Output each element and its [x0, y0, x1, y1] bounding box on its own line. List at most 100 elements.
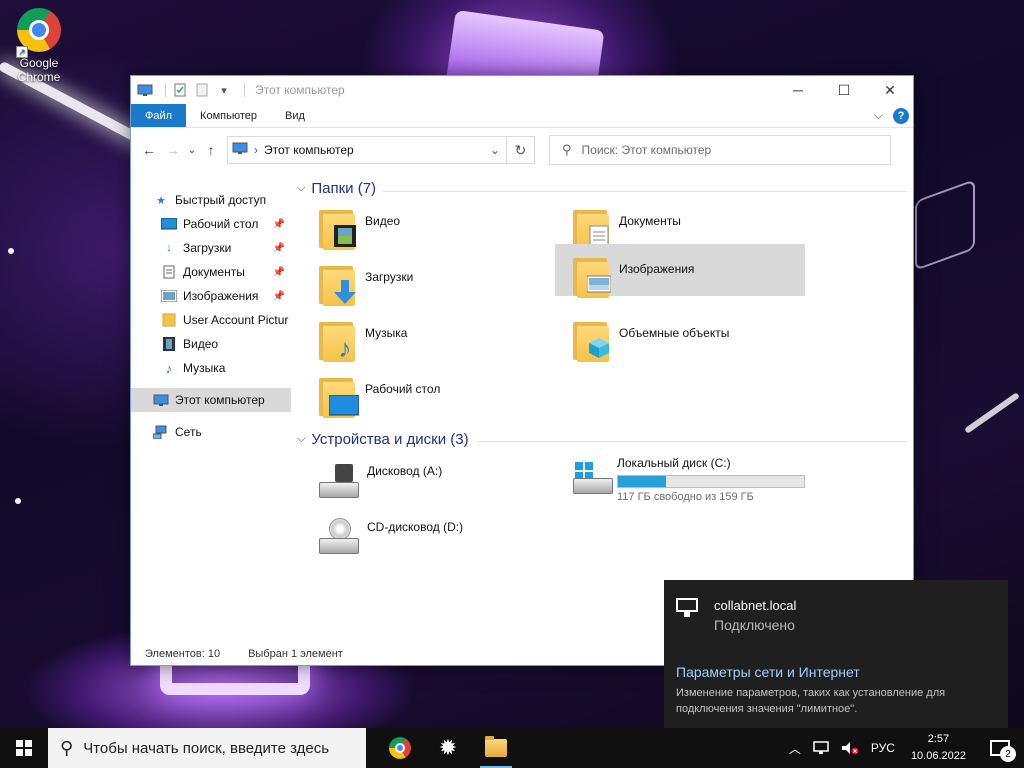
sidebar-item-label: Сеть: [175, 425, 202, 439]
sidebar-item-music[interactable]: ♪ Музыка: [131, 356, 291, 380]
sidebar-item-downloads[interactable]: ↓ Загрузки 📌: [131, 236, 291, 260]
separator: [244, 83, 245, 97]
customize-quick-access-chevron-icon[interactable]: ▾: [216, 83, 232, 97]
collapse-chevron-icon[interactable]: ⌵: [297, 182, 305, 195]
sidebar-item-network[interactable]: Сеть: [131, 420, 291, 444]
drive-label: CD-дисковод (D:): [367, 520, 464, 534]
sidebar-item-user-account-pictures[interactable]: User Account Pictur: [131, 308, 291, 332]
start-button[interactable]: [0, 728, 48, 768]
sidebar-item-pictures[interactable]: Изображения 📌: [131, 284, 291, 308]
music-icon: ♪: [165, 360, 173, 376]
sidebar-item-label: Этот компьютер: [175, 393, 265, 407]
back-arrow-icon[interactable]: ←: [137, 138, 161, 162]
drive-label: Локальный диск (C:): [617, 456, 731, 470]
pin-icon: 📌: [272, 218, 285, 230]
cd-drive-icon: [317, 516, 361, 560]
address-bar[interactable]: › Этот компьютер ⌄: [227, 136, 507, 164]
sidebar-item-desktop[interactable]: Рабочий стол 📌: [131, 212, 291, 236]
drive-label: Дисковод (A:): [367, 464, 443, 478]
download-icon: ↓: [166, 242, 172, 254]
taskbar-search-placeholder: Чтобы начать поиск, введите здесь: [83, 739, 330, 757]
disk-usage-fill: [618, 476, 667, 487]
breadcrumb-chevron-icon[interactable]: ›: [254, 143, 258, 157]
clock-time: 2:57: [927, 733, 950, 745]
music-folder-icon: ♪: [317, 318, 359, 363]
drive-tile-local-disk-c[interactable]: Локальный диск (C:) 117 ГБ свободно из 1…: [563, 452, 813, 512]
help-icon[interactable]: ?: [893, 107, 909, 124]
sidebar-item-label: Изображения: [183, 289, 259, 303]
folder-tile-downloads[interactable]: Загрузки: [309, 258, 559, 310]
action-center-button[interactable]: 2: [976, 728, 1024, 768]
separator: [165, 83, 166, 97]
status-selection: Выбран 1 элемент: [248, 648, 343, 660]
network-connection-item[interactable]: collabnet.local Подключено: [676, 598, 796, 633]
folder-tile-videos[interactable]: Видео: [309, 202, 559, 254]
recent-locations-chevron-icon[interactable]: ⌄: [185, 138, 199, 162]
network-tray-icon[interactable]: [807, 728, 835, 768]
ribbon-tabs: Файл Компьютер Вид ⌵ ?: [131, 104, 913, 128]
new-folder-icon[interactable]: [194, 83, 210, 97]
expand-ribbon-chevron-icon[interactable]: ⌵: [874, 108, 883, 123]
up-arrow-icon[interactable]: ↑: [199, 138, 223, 162]
properties-icon[interactable]: [172, 83, 188, 97]
system-tray: ︿ РУС 2:57 10.06.2022 2: [783, 728, 1024, 768]
forward-arrow-icon[interactable]: →: [161, 138, 185, 162]
show-hidden-icons-chevron-icon[interactable]: ︿: [783, 728, 807, 768]
sidebar-item-videos[interactable]: Видео: [131, 332, 291, 356]
refresh-icon[interactable]: ↻: [507, 136, 535, 164]
pin-icon: 📌: [272, 242, 285, 254]
sidebar-item-this-pc[interactable]: Этот компьютер: [131, 388, 291, 412]
tab-view[interactable]: Вид: [271, 104, 319, 127]
folder-label: Объемные объекты: [619, 326, 730, 340]
computer-icon: [137, 83, 153, 97]
network-settings-description: Изменение параметров, таких как установл…: [676, 687, 946, 715]
file-explorer-window: ▾ Этот компьютер ─ ☐ ✕ Файл Компьютер Ви…: [130, 75, 914, 666]
group-header-devices[interactable]: ⌵ Устройства и диски (3): [297, 431, 469, 448]
network-status: Подключено: [714, 617, 795, 633]
maximize-button[interactable]: ☐: [821, 76, 867, 104]
input-language-indicator[interactable]: РУС: [865, 728, 901, 768]
folder-tile-music[interactable]: ♪ Музыка: [309, 314, 559, 366]
sidebar-item-label: Быстрый доступ: [175, 193, 267, 207]
network-settings-link[interactable]: Параметры сети и Интернет: [676, 664, 860, 680]
sidebar-item-label: Рабочий стол: [183, 217, 259, 231]
taskbar-app-file-explorer[interactable]: [472, 728, 520, 768]
group-header-label: Папки (7): [311, 180, 377, 197]
folder-label: Видео: [365, 214, 401, 228]
close-button[interactable]: ✕: [867, 76, 913, 104]
folder-label: Загрузки: [365, 270, 414, 284]
group-header-folders[interactable]: ⌵ Папки (7): [297, 180, 376, 197]
clock-date: 10.06.2022: [910, 750, 966, 762]
volume-muted-icon[interactable]: [835, 728, 865, 768]
search-placeholder: Поиск: Этот компьютер: [581, 143, 712, 157]
tab-file[interactable]: Файл: [131, 104, 187, 127]
desktop-icon-chrome[interactable]: ↗ Google Chrome: [8, 8, 70, 84]
minimize-button[interactable]: ─: [775, 76, 821, 104]
address-dropdown-chevron-icon[interactable]: ⌄: [484, 143, 506, 157]
drive-tile-cd-d[interactable]: CD-дисковод (D:): [309, 512, 559, 564]
collapse-chevron-icon[interactable]: ⌵: [297, 433, 305, 446]
window-title: Этот компьютер: [255, 83, 345, 97]
drive-tile-floppy[interactable]: Дисковод (A:): [309, 456, 559, 508]
folder-tile-desktop[interactable]: Рабочий стол: [309, 370, 559, 422]
taskbar-search-input[interactable]: ⚲ Чтобы начать поиск, введите здесь: [48, 728, 366, 768]
local-disk-icon: [571, 456, 613, 500]
search-icon: ⚲: [562, 142, 572, 157]
taskbar-app-chrome[interactable]: [376, 728, 424, 768]
search-input[interactable]: ⚲ Поиск: Этот компьютер: [549, 135, 891, 165]
breadcrumb-this-pc[interactable]: Этот компьютер: [264, 143, 354, 157]
taskbar-app-brightness[interactable]: ✹: [424, 728, 472, 768]
sidebar-item-label: Видео: [183, 337, 219, 351]
sidebar-item-label: Документы: [183, 265, 245, 279]
group-divider: [383, 191, 907, 192]
network-name: collabnet.local: [714, 598, 797, 613]
folder-tile-pictures[interactable]: Изображения: [555, 244, 805, 298]
status-item-count: Элементов: 10: [145, 648, 221, 660]
tab-computer[interactable]: Компьютер: [186, 104, 271, 127]
sidebar-item-quick-access[interactable]: ★ Быстрый доступ: [131, 188, 291, 212]
sidebar-item-documents[interactable]: Документы 📌: [131, 260, 291, 284]
pictures-folder-icon: [571, 254, 613, 298]
notification-count-badge: 2: [1000, 746, 1016, 762]
clock[interactable]: 2:57 10.06.2022: [901, 728, 976, 768]
folder-tile-3d-objects[interactable]: Объемные объекты: [563, 314, 813, 366]
